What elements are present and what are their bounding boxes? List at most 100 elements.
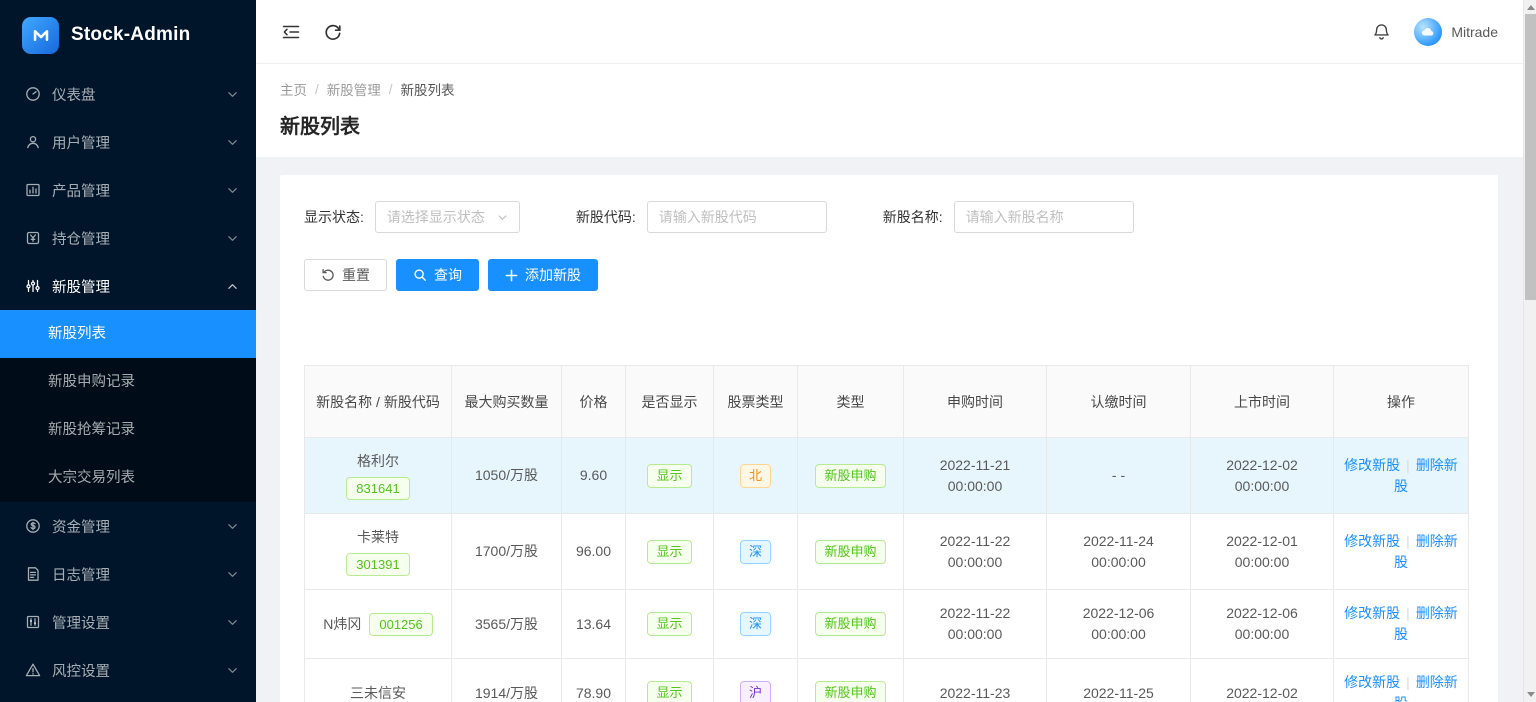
payment-time-cell: 2022-11-25: [1047, 659, 1191, 702]
brand[interactable]: Stock-Admin: [0, 0, 256, 70]
listing-time-cell: 2022-12-01 00:00:00: [1191, 514, 1334, 590]
topbar: Mitrade: [256, 0, 1536, 64]
stock-name-cell: N炜冈001256: [305, 590, 452, 659]
chevron-down-icon: [227, 665, 238, 676]
market-cell: 深: [714, 514, 798, 590]
table-header-cell: 类型: [798, 366, 904, 438]
edit-stock-link[interactable]: 修改新股: [1344, 457, 1400, 473]
content: 显示状态: 请选择显示状态 新股代码: 新股名称:: [256, 157, 1536, 702]
positions-icon: [24, 230, 41, 247]
breadcrumb-home[interactable]: 主页: [280, 79, 307, 99]
visible-tag: 显示: [647, 464, 691, 488]
sidebar-subitem[interactable]: 新股申购记录: [0, 358, 256, 406]
avatar: [1414, 18, 1442, 46]
table-header-cell: 认缴时间: [1047, 366, 1191, 438]
sidebar-item-label: 管理设置: [52, 612, 216, 633]
search-button-label: 查询: [434, 265, 462, 285]
page-head: 主页 / 新股管理 / 新股列表 新股列表: [256, 64, 1536, 157]
vertical-scrollbar[interactable]: [1523, 0, 1536, 702]
market-tag: 深: [740, 612, 771, 636]
delete-stock-link[interactable]: 删除新股: [1394, 533, 1458, 570]
chevron-down-icon: [227, 569, 238, 580]
edit-stock-link[interactable]: 修改新股: [1344, 674, 1400, 690]
chevron-down-icon: [227, 185, 238, 196]
market-cell: 深: [714, 590, 798, 659]
sidebar-subitem[interactable]: 新股列表: [0, 310, 256, 358]
table-header-cell: 上市时间: [1191, 366, 1334, 438]
breadcrumb: 主页 / 新股管理 / 新股列表: [280, 79, 1498, 99]
sidebar-item-logs[interactable]: 日志管理: [0, 550, 256, 598]
price-cell: 96.00: [562, 514, 626, 590]
main-area: Mitrade 主页 / 新股管理 / 新股列表 新股列表 显示状态: 请选择显…: [256, 0, 1536, 702]
stock-code-input[interactable]: [647, 201, 827, 233]
max-buy-cell: 1700/万股: [452, 514, 562, 590]
sidebar-item-positions[interactable]: 持仓管理: [0, 214, 256, 262]
add-stock-button-label: 添加新股: [525, 265, 581, 285]
type-cell: 新股申购: [798, 438, 904, 514]
stock-table: 新股名称 / 新股代码最大购买数量价格是否显示股票类型类型申购时间认缴时间上市时…: [304, 365, 1469, 702]
menu-fold-icon[interactable]: [282, 24, 300, 40]
reset-button[interactable]: 重置: [304, 259, 387, 291]
reload-icon[interactable]: [324, 23, 342, 41]
type-cell: 新股申购: [798, 514, 904, 590]
scrollbar-thumb[interactable]: [1525, 14, 1536, 300]
scroll-down-icon[interactable]: [1524, 688, 1536, 701]
table-row: 格利尔8316411050/万股9.60显示北新股申购2022-11-21 00…: [305, 438, 1469, 514]
stock-name-input[interactable]: [954, 201, 1134, 233]
price-cell: 9.60: [562, 438, 626, 514]
display-status-select[interactable]: 请选择显示状态: [375, 201, 520, 233]
table-body: 格利尔8316411050/万股9.60显示北新股申购2022-11-21 00…: [305, 438, 1469, 702]
logs-icon: [24, 566, 41, 583]
visible-tag: 显示: [647, 540, 691, 564]
risk-icon: [24, 662, 41, 679]
edit-stock-link[interactable]: 修改新股: [1344, 533, 1400, 549]
sidebar-item-products[interactable]: 产品管理: [0, 166, 256, 214]
listing-time-cell: 2022-12-06 00:00:00: [1191, 590, 1334, 659]
sidebar-nav: 仪表盘用户管理产品管理持仓管理新股管理新股列表新股申购记录新股抢筹记录大宗交易列…: [0, 70, 256, 694]
sidebar-item-users[interactable]: 用户管理: [0, 118, 256, 166]
breadcrumb-section[interactable]: 新股管理: [327, 79, 381, 99]
subscribe-time-cell: 2022-11-22 00:00:00: [904, 590, 1047, 659]
actions-cell: 修改新股|删除新股: [1334, 590, 1469, 659]
max-buy-cell: 1050/万股: [452, 438, 562, 514]
stock-name-cell: 卡莱特 301391: [305, 514, 452, 590]
actions-cell: 修改新股|删除新股: [1334, 659, 1469, 702]
page-title: 新股列表: [280, 110, 1498, 139]
user-menu[interactable]: Mitrade: [1414, 18, 1498, 46]
sidebar-subitem[interactable]: 大宗交易列表: [0, 454, 256, 502]
scroll-up-icon[interactable]: [1524, 1, 1536, 14]
market-tag: 沪: [740, 681, 771, 702]
sidebar-item-risk[interactable]: 风控设置: [0, 646, 256, 694]
stock-name-cell: 三未信安: [305, 659, 452, 702]
search-button[interactable]: 查询: [396, 259, 479, 291]
table-header-cell: 操作: [1334, 366, 1469, 438]
type-tag: 新股申购: [815, 681, 885, 702]
sidebar-item-label: 产品管理: [52, 180, 216, 201]
edit-stock-link[interactable]: 修改新股: [1344, 605, 1400, 621]
delete-stock-link[interactable]: 删除新股: [1394, 674, 1458, 702]
type-tag: 新股申购: [815, 540, 885, 564]
sidebar-subitem[interactable]: 新股抢筹记录: [0, 406, 256, 454]
type-tag: 新股申购: [815, 464, 885, 488]
brand-name: Stock-Admin: [71, 24, 190, 46]
stock-name-wrap: 卡莱特 301391: [313, 527, 443, 576]
bell-icon[interactable]: [1373, 23, 1390, 41]
products-icon: [24, 182, 41, 199]
delete-stock-link[interactable]: 删除新股: [1394, 605, 1458, 642]
display-status-label: 显示状态:: [304, 207, 364, 227]
stock-code-badge: 301391: [346, 553, 409, 576]
chevron-down-icon: [227, 137, 238, 148]
sidebar-item-new-stock[interactable]: 新股管理: [0, 262, 256, 310]
sidebar-item-label: 用户管理: [52, 132, 216, 153]
delete-stock-link[interactable]: 删除新股: [1394, 457, 1458, 494]
table-header-cell: 是否显示: [626, 366, 714, 438]
sidebar-item-funds[interactable]: 资金管理: [0, 502, 256, 550]
sidebar-item-admin-settings[interactable]: 管理设置: [0, 598, 256, 646]
payment-time-cell: 2022-11-24 00:00:00: [1047, 514, 1191, 590]
add-stock-button[interactable]: 添加新股: [488, 259, 598, 291]
table-header-cell: 新股名称 / 新股代码: [305, 366, 452, 438]
stock-name: 卡莱特: [313, 527, 443, 548]
sidebar-item-dashboard[interactable]: 仪表盘: [0, 70, 256, 118]
table-header-cell: 价格: [562, 366, 626, 438]
visible-tag: 显示: [647, 612, 691, 636]
